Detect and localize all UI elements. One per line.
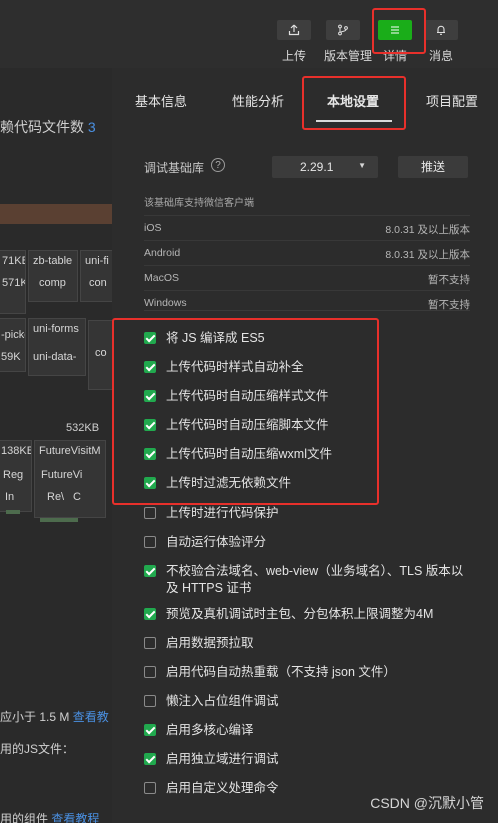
tutorial-link[interactable]: 查看教	[73, 710, 109, 724]
checkbox[interactable]	[144, 782, 156, 795]
details-button[interactable]: 详情	[376, 20, 414, 64]
setting-option-label: 不校验合法域名、web-view（业务域名）、TLS 版本以及 HTTPS 证书	[166, 563, 464, 595]
upload-icon	[277, 20, 311, 40]
setting-option[interactable]: 启用数据预拉取	[144, 635, 474, 655]
details-tabs: 基本信息 性能分析 本地设置 项目配置	[112, 68, 498, 130]
checkbox[interactable]	[144, 695, 156, 708]
treemap-cell: uni-fi con	[80, 250, 112, 302]
treemap-cell: -picke59K	[0, 318, 26, 372]
setting-option-label: 上传时过滤无依赖文件	[166, 476, 292, 491]
checkbox[interactable]	[144, 564, 156, 577]
messages-button[interactable]: 消息	[422, 20, 460, 64]
setting-option[interactable]: 启用代码自动热重载（不支持 json 文件）	[144, 664, 474, 684]
treemap-cell: zb-table comp	[28, 250, 78, 302]
left-editor-area: 赖代码文件数 3 71KB571KB zb-tablecomp uni-fico…	[0, 68, 112, 823]
checkbox[interactable]	[144, 607, 156, 620]
push-button[interactable]: 推送	[398, 156, 468, 178]
setting-option-label: 启用独立域进行调试	[166, 752, 279, 767]
menu-icon	[378, 20, 412, 40]
setting-option-label: 自动运行体验评分	[166, 534, 267, 549]
client-support-table: 该基础库支持微信客户端 iOS 8.0.31 及以上版本 Android 8.0.3…	[144, 194, 470, 315]
treemap-cell: 138KB Reg In	[0, 440, 32, 512]
checkbox[interactable]	[144, 724, 156, 737]
debug-library-row: 调试基础库 ? 2.29.1 ▼ 推送	[144, 156, 474, 178]
setting-option[interactable]: 上传代码时自动压缩wxml文件	[144, 446, 474, 466]
checkbox[interactable]	[144, 636, 156, 649]
setting-option-label: 上传代码时自动压缩wxml文件	[166, 447, 332, 462]
setting-option-label: 启用数据预拉取	[166, 635, 254, 650]
debug-library-label: 调试基础库	[144, 161, 205, 175]
caret-down-icon: ▼	[358, 161, 366, 170]
setting-option[interactable]: 懒注入占位组件调试	[144, 693, 474, 713]
treemap-cell: FutureVisitM FutureVi Re\ C	[34, 440, 106, 518]
setting-option-label: 上传代码时自动压缩脚本文件	[166, 418, 329, 433]
checkbox[interactable]	[144, 535, 156, 548]
upload-button[interactable]: 上传	[275, 20, 313, 64]
watermark: CSDN @沉默小管	[370, 795, 484, 811]
support-row-windows: Windows 暂不支持	[144, 290, 470, 315]
checkbox[interactable]	[144, 666, 156, 679]
active-tab-indicator	[316, 120, 392, 122]
setting-option[interactable]: 上传时过滤无依赖文件	[144, 475, 474, 495]
upload-label: 上传	[281, 49, 306, 63]
setting-option-label: 上传代码时样式自动补全	[166, 360, 304, 375]
setting-option[interactable]: 上传代码时自动压缩脚本文件	[144, 417, 474, 437]
settings-options: 将 JS 编译成 ES5 上传代码时样式自动补全上传代码时自动压缩样式文件 上传代码…	[144, 330, 474, 810]
top-toolbar: 上传 版本管理 详情 消息	[0, 0, 498, 68]
size-bar	[0, 204, 112, 224]
support-row-ios: iOS 8.0.31 及以上版本	[144, 215, 470, 240]
details-panel: 基本信息 性能分析 本地设置 项目配置 调试基础库 ? 2.29.1 ▼ 推送 …	[112, 68, 498, 823]
version-management-button[interactable]: 版本管理	[324, 20, 373, 64]
size-hint: 应小于 1.5 M 查看教	[0, 710, 109, 724]
tutorial-link[interactable]: 查看教程	[51, 812, 99, 823]
treemap-cell: uni-forms uni-data-	[28, 318, 86, 376]
checkbox[interactable]	[144, 448, 156, 461]
setting-option-label: 启用代码自动热重载（不支持 json 文件）	[166, 665, 396, 680]
treemap-cell: co	[88, 320, 112, 390]
setting-option[interactable]: 上传时进行代码保护	[144, 505, 474, 525]
setting-option[interactable]: 启用独立域进行调试	[144, 751, 474, 771]
unused-js-label: 用的JS文件：	[0, 742, 75, 756]
checkbox[interactable]	[144, 506, 156, 519]
setting-option[interactable]: 不校验合法域名、web-view（业务域名）、TLS 版本以及 HTTPS 证书	[144, 563, 474, 597]
help-icon[interactable]: ?	[211, 158, 225, 172]
checkbox[interactable]	[144, 332, 156, 344]
support-row-android: Android 8.0.31 及以上版本	[144, 240, 470, 265]
setting-option[interactable]: 上传代码时自动压缩样式文件	[144, 388, 474, 408]
bell-icon	[424, 20, 458, 40]
unused-components-hint: 用的组件 查看教程	[0, 810, 99, 823]
branch-icon	[326, 20, 360, 40]
setting-option-label: 启用自定义处理命令	[166, 781, 279, 796]
version-management-label: 版本管理	[324, 49, 373, 63]
setting-option-label: 启用多核心编译	[166, 723, 254, 738]
tab-project-config[interactable]: 项目配置	[426, 91, 478, 110]
details-label: 详情	[382, 49, 407, 63]
checkbox[interactable]	[144, 361, 156, 374]
tab-performance[interactable]: 性能分析	[232, 91, 284, 110]
support-row-macos: MacOS 暂不支持	[144, 265, 470, 290]
tab-basic-info[interactable]: 基本信息	[135, 91, 187, 110]
setting-option[interactable]: 启用多核心编译	[144, 722, 474, 742]
setting-option[interactable]: 预览及真机调试时主包、分包体积上限调整为4M	[144, 606, 474, 626]
checkbox[interactable]	[144, 390, 156, 403]
checkbox[interactable]	[144, 753, 156, 766]
messages-label: 消息	[428, 49, 453, 63]
library-version-select[interactable]: 2.29.1 ▼	[272, 156, 378, 178]
checkbox[interactable]	[144, 419, 156, 432]
tab-local-settings[interactable]: 本地设置	[327, 91, 379, 110]
setting-option-label: 上传时进行代码保护	[166, 505, 279, 520]
setting-option-label: 上传代码时自动压缩样式文件	[166, 389, 329, 404]
setting-option[interactable]: 将 JS 编译成 ES5	[144, 330, 474, 350]
dependency-count-line: 赖代码文件数 3	[0, 119, 96, 135]
setting-option-label: 懒注入占位组件调试	[166, 694, 279, 709]
setting-option-label: 预览及真机调试时主包、分包体积上限调整为4M	[166, 606, 434, 621]
setting-option[interactable]: 上传代码时样式自动补全	[144, 359, 474, 379]
checkbox[interactable]	[144, 477, 156, 490]
setting-option[interactable]: 自动运行体验评分	[144, 534, 474, 554]
treemap-cell: 71KB571KB	[0, 250, 26, 314]
setting-option-label: 将 JS 编译成 ES5	[166, 331, 265, 345]
